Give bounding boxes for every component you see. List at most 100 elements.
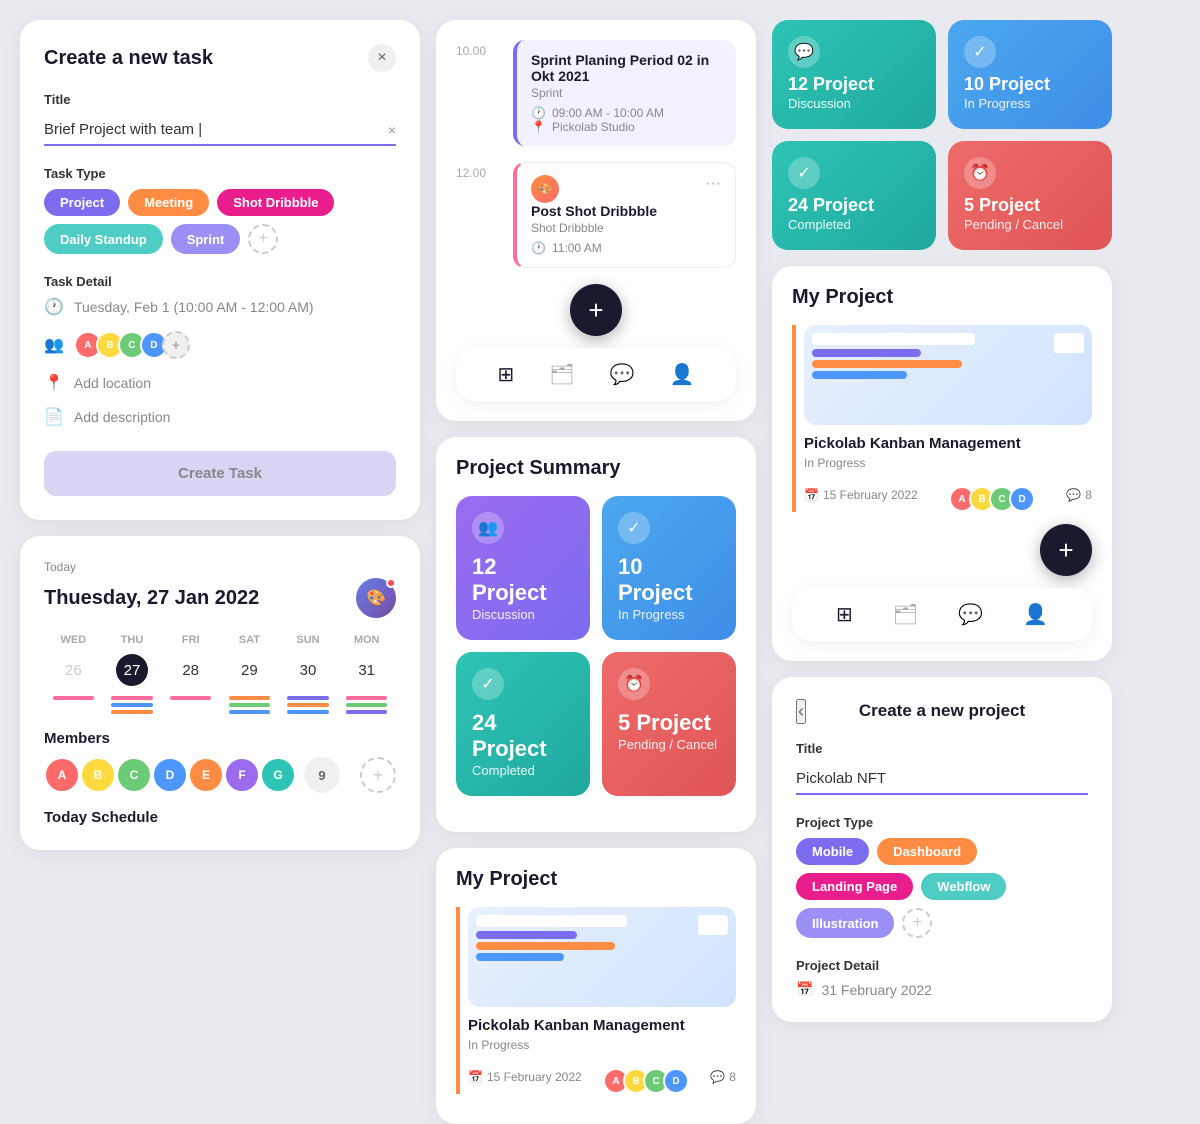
bar-sun — [279, 696, 338, 714]
bar-sat-2 — [229, 703, 270, 707]
tag-dashboard[interactable]: Dashboard — [877, 838, 977, 865]
project-date-col3: 📅 15 February 2022 — [804, 488, 918, 502]
nav-chat-icon[interactable]: 💬 — [610, 362, 635, 387]
nav-user-icon[interactable]: 👤 — [670, 362, 695, 387]
tag-webflow[interactable]: Webflow — [921, 873, 1006, 900]
calendar-day-headers: WED THU FRI SAT SUN MON — [44, 634, 396, 646]
nav-chat-icon-col3[interactable]: 💬 — [958, 602, 983, 627]
cal-date-27[interactable]: 27 — [116, 654, 148, 686]
create-project-header: ‹ Create a new project — [796, 701, 1088, 721]
my-project-col2: My Project Pickolab Kanban Management In… — [436, 848, 756, 1124]
create-task-button[interactable]: Create Task — [44, 451, 396, 496]
bar-sun-3 — [287, 710, 328, 714]
member-7: G — [260, 757, 296, 793]
location-placeholder[interactable]: Add location — [74, 375, 151, 391]
summary-discussion[interactable]: 👥 12 Project Discussion — [456, 496, 590, 640]
add-project-fab[interactable]: + — [1040, 524, 1092, 576]
cal-date-31[interactable]: 31 — [337, 658, 396, 683]
event-shot-timerange: 11:00 AM — [552, 241, 602, 255]
bar-sat-1 — [229, 696, 270, 700]
add-member-button[interactable]: + — [360, 757, 396, 793]
fab-container-col3: + — [792, 524, 1092, 576]
day-mon: MON — [337, 634, 396, 646]
project-item-col3[interactable]: Pickolab Kanban Management In Progress 📅… — [792, 325, 1092, 512]
location-row[interactable]: 📍 Add location — [44, 373, 396, 393]
event-shot-info: 🎨 — [531, 175, 559, 203]
mini-card-discussion[interactable]: 💬 12 Project Discussion — [772, 20, 936, 129]
user-avatar[interactable]: 🎨 — [356, 578, 396, 618]
event-sprint-time: 🕐 09:00 AM - 10:00 AM — [531, 106, 722, 120]
cal-date-29[interactable]: 29 — [220, 658, 279, 683]
mini-card-pending[interactable]: ⏰ 5 Project Pending / Cancel — [948, 141, 1112, 250]
member-5: E — [188, 757, 224, 793]
project-member-avatars-col2: A B C D — [603, 1068, 689, 1094]
event-shot-header: 🎨 ··· — [531, 175, 721, 203]
mini-card-progress[interactable]: ✓ 10 Project In Progress — [948, 20, 1112, 129]
summary-pending[interactable]: ⏰ 5 Project Pending / Cancel — [602, 652, 736, 796]
mini-card-completed[interactable]: ✓ 24 Project Completed — [772, 141, 936, 250]
project-meta-col2: 📅 15 February 2022 A B C D 💬 8 — [468, 1060, 736, 1094]
back-button[interactable]: ‹ — [796, 699, 806, 724]
avatar-group: A B C D + — [74, 331, 190, 359]
title-input-row: Brief Project with team | × — [44, 115, 396, 146]
bar-mon-1 — [346, 696, 387, 700]
pending-icon: ⏰ — [618, 668, 650, 700]
members-section: Members A B C D E F G 9 + — [44, 730, 396, 793]
my-project-title-col3: My Project — [792, 286, 1092, 309]
location-icon: 📍 — [531, 120, 546, 134]
bar-mon — [337, 696, 396, 714]
team-icon: 👥 — [44, 335, 64, 355]
tag-shot-dribbble[interactable]: Shot Dribbble — [217, 189, 334, 216]
tag-mobile[interactable]: Mobile — [796, 838, 869, 865]
bar-mon-3 — [346, 710, 387, 714]
mini-progress-label: In Progress — [964, 96, 1030, 111]
nav-grid-icon[interactable]: ⊞ — [498, 362, 515, 387]
event-sprint[interactable]: Sprint Planing Period 02 in Okt 2021 Spr… — [513, 40, 736, 146]
description-row[interactable]: 📄 Add description — [44, 407, 396, 427]
description-placeholder[interactable]: Add description — [74, 409, 171, 425]
nav-folder-icon-col3[interactable]: 🗂 — [893, 602, 918, 627]
cal-date-28[interactable]: 28 — [161, 658, 220, 683]
description-icon: 📄 — [44, 407, 64, 427]
nav-folder-icon[interactable]: 🗂 — [549, 362, 574, 387]
tag-landing-page[interactable]: Landing Page — [796, 873, 913, 900]
mini-completed-icon: ✓ — [788, 157, 820, 189]
completed-number: 24 Project — [472, 710, 574, 762]
event-shot-subtitle: Shot Dribbble — [531, 221, 721, 235]
mini-progress-number: 10 Project — [964, 74, 1096, 95]
nav-grid-icon-col3[interactable]: ⊞ — [836, 602, 853, 627]
create-task-title: Create a new task — [44, 47, 213, 70]
comment-icon-col3: 💬 — [1066, 488, 1081, 502]
summary-completed[interactable]: ✓ 24 Project Completed — [456, 652, 590, 796]
add-tag-button[interactable]: + — [248, 224, 278, 254]
date-text: Thuesday, 27 Jan 2022 — [44, 587, 259, 610]
tag-illustration[interactable]: Illustration — [796, 908, 894, 938]
event-more-button[interactable]: ··· — [705, 175, 721, 193]
nav-user-icon-col3[interactable]: 👤 — [1023, 602, 1048, 627]
project-item-col2[interactable]: Pickolab Kanban Management In Progress 📅… — [456, 907, 736, 1094]
clear-input-button[interactable]: × — [388, 122, 396, 138]
tag-sprint[interactable]: Sprint — [171, 224, 241, 254]
close-button[interactable]: × — [368, 44, 396, 72]
project-meta-col3: 📅 15 February 2022 A B C D 💬 8 — [804, 478, 1092, 512]
bar-sun-2 — [287, 703, 328, 707]
tag-project[interactable]: Project — [44, 189, 120, 216]
add-member-avatar[interactable]: + — [162, 331, 190, 359]
summary-in-progress[interactable]: ✓ 10 Project In Progress — [602, 496, 736, 640]
bar-sat-3 — [229, 710, 270, 714]
tag-daily-standup[interactable]: Daily Standup — [44, 224, 163, 254]
project-title-value[interactable]: Pickolab NFT — [796, 770, 886, 787]
cal-date-26[interactable]: 26 — [44, 658, 103, 683]
event-shot[interactable]: 🎨 ··· Post Shot Dribbble Shot Dribbble 🕐… — [513, 162, 736, 268]
tag-meeting[interactable]: Meeting — [128, 189, 209, 216]
cal-date-30[interactable]: 30 — [279, 658, 338, 683]
bar-wed — [44, 696, 103, 714]
add-project-type-button[interactable]: + — [902, 908, 932, 938]
title-input-value[interactable]: Brief Project with team | — [44, 121, 202, 138]
date-text-col3: 15 February 2022 — [823, 488, 918, 502]
add-event-fab[interactable]: + — [570, 284, 622, 336]
completed-label: Completed — [472, 763, 535, 778]
task-type-group: Project Meeting Shot Dribbble Daily Stan… — [44, 189, 396, 254]
project-comment-col2: 💬 8 — [710, 1070, 736, 1084]
calendar-icon-col3: 📅 — [804, 488, 819, 502]
